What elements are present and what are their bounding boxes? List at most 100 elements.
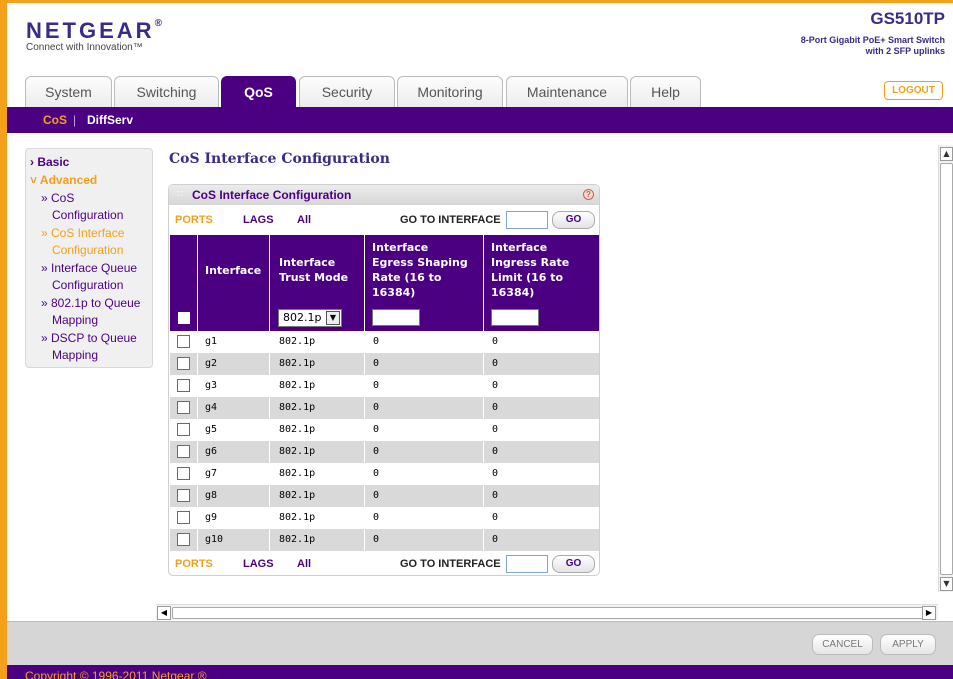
row-checkbox[interactable] (177, 467, 190, 480)
panel-grip-icon: :: (177, 188, 184, 199)
column-divider (364, 485, 365, 507)
logout-button[interactable]: LOGOUT (884, 81, 943, 100)
cell-interface: g1 (205, 336, 218, 347)
tab-security[interactable]: Security (299, 76, 395, 107)
column-divider (364, 529, 365, 551)
column-divider (364, 441, 365, 463)
column-divider (269, 375, 270, 397)
cell-trust-mode: 802.1p (279, 336, 316, 347)
cell-egress-rate: 0 (373, 468, 380, 479)
filter-ports-link[interactable]: PORTS (175, 558, 213, 570)
tab-qos[interactable]: QoS (221, 76, 296, 107)
row-checkbox[interactable] (177, 445, 190, 458)
cancel-button[interactable]: CANCEL (812, 634, 873, 655)
help-icon[interactable]: ? (583, 189, 594, 200)
table-row: g1 802.1p 0 0 (170, 331, 599, 353)
tab-maintenance[interactable]: Maintenance (506, 76, 628, 107)
subnav-cos[interactable]: CoS (43, 107, 67, 133)
nav-advanced[interactable]: ˅ Advanced (30, 172, 156, 189)
vertical-scroll-thumb[interactable] (940, 163, 953, 575)
horizontal-scrollbar[interactable]: ◀ ▶ (156, 604, 938, 620)
cell-ingress-rate: 0 (492, 490, 499, 501)
apply-button[interactable]: APPLY (880, 634, 936, 655)
table-row: g10 802.1p 0 0 (170, 529, 599, 551)
go-button[interactable]: GO (552, 211, 595, 229)
column-divider (197, 529, 198, 551)
column-divider (483, 485, 484, 507)
scroll-up-icon[interactable]: ▲ (940, 147, 953, 161)
tab-system[interactable]: System (25, 76, 112, 107)
go-to-interface-input[interactable] (506, 555, 548, 573)
frame-left (0, 0, 7, 679)
column-divider (197, 419, 198, 441)
scroll-left-icon[interactable]: ◀ (157, 606, 171, 620)
tab-monitoring[interactable]: Monitoring (397, 76, 503, 107)
nav-interface-queue-configuration[interactable]: » Interface Queue Configuration (41, 260, 153, 294)
nav-cos-configuration[interactable]: » CoS Configuration (41, 190, 153, 224)
column-divider (483, 331, 484, 353)
row-checkbox[interactable] (177, 335, 190, 348)
table-row: g7 802.1p 0 0 (170, 463, 599, 485)
cell-egress-rate: 0 (373, 490, 380, 501)
column-divider (269, 419, 270, 441)
nav-item-label: » DSCP to Queue (41, 331, 137, 345)
vertical-scrollbar[interactable]: ▲ ▼ (938, 145, 953, 592)
tab-help[interactable]: Help (630, 76, 701, 107)
go-button[interactable]: GO (552, 555, 595, 573)
go-to-interface-input[interactable] (506, 211, 548, 229)
table-row: g6 802.1p 0 0 (170, 441, 599, 463)
filter-all-link[interactable]: All (297, 214, 311, 226)
nav-cos-interface-configuration[interactable]: » CoS Interface Configuration (41, 225, 153, 259)
cell-trust-mode: 802.1p (279, 534, 316, 545)
nav-dscp-to-queue-mapping[interactable]: » DSCP to Queue Mapping (41, 330, 153, 364)
filter-all-link[interactable]: All (297, 558, 311, 570)
cell-ingress-rate: 0 (492, 468, 499, 479)
column-divider (197, 353, 198, 375)
nav-item-label: » CoS (41, 191, 75, 205)
header-text: Egress Shaping (372, 256, 468, 269)
row-checkbox[interactable] (177, 533, 190, 546)
row-checkbox[interactable] (177, 379, 190, 392)
egress-rate-input[interactable] (372, 309, 420, 326)
cell-ingress-rate: 0 (492, 336, 499, 347)
column-divider (197, 441, 198, 463)
cell-trust-mode: 802.1p (279, 358, 316, 369)
filter-lags-link[interactable]: LAGS (243, 558, 274, 570)
row-checkbox[interactable] (177, 489, 190, 502)
nav-basic[interactable]: › Basic (30, 154, 156, 171)
action-bar: CANCEL APPLY (7, 621, 953, 665)
filter-lags-link[interactable]: LAGS (243, 214, 274, 226)
column-divider (364, 507, 365, 529)
subnav-diffserv[interactable]: DiffServ (87, 107, 133, 133)
cell-trust-mode: 802.1p (279, 424, 316, 435)
cell-egress-rate: 0 (373, 446, 380, 457)
column-divider (364, 353, 365, 375)
panel-header: :: CoS Interface Configuration ? (169, 185, 599, 205)
trust-mode-select[interactable]: 802.1p ▼ (278, 309, 342, 327)
row-checkbox[interactable] (177, 357, 190, 370)
scroll-down-icon[interactable]: ▼ (940, 577, 953, 591)
nav-item-label: Mapping (52, 348, 99, 362)
column-divider (269, 353, 270, 375)
nav-item-label: Mapping (52, 313, 99, 327)
table-row: g8 802.1p 0 0 (170, 485, 599, 507)
table-header: Interface Interface Trust Mode Interface E… (170, 235, 599, 305)
col-header-trust-mode: Interface Trust Mode (269, 235, 363, 305)
header-text: 16384) (372, 286, 416, 299)
tab-switching[interactable]: Switching (114, 76, 219, 107)
nav-item-label: Configuration (52, 208, 124, 222)
filter-ports-link[interactable]: PORTS (175, 214, 213, 226)
select-all-checkbox[interactable] (178, 312, 190, 324)
ingress-rate-input[interactable] (491, 309, 539, 326)
nav-8021p-to-queue-mapping[interactable]: » 802.1p to Queue Mapping (41, 295, 153, 329)
column-divider (364, 397, 365, 419)
horizontal-scroll-thumb[interactable] (172, 607, 930, 619)
copyright-text: Copyright © 1996-2011 Netgear ® (25, 669, 207, 679)
column-divider (483, 441, 484, 463)
header-text: Interface (279, 256, 336, 269)
scroll-right-icon[interactable]: ▶ (922, 606, 936, 620)
row-checkbox[interactable] (177, 423, 190, 436)
row-checkbox[interactable] (177, 401, 190, 414)
row-checkbox[interactable] (177, 511, 190, 524)
netgear-logo: NETGEAR® (26, 18, 165, 44)
